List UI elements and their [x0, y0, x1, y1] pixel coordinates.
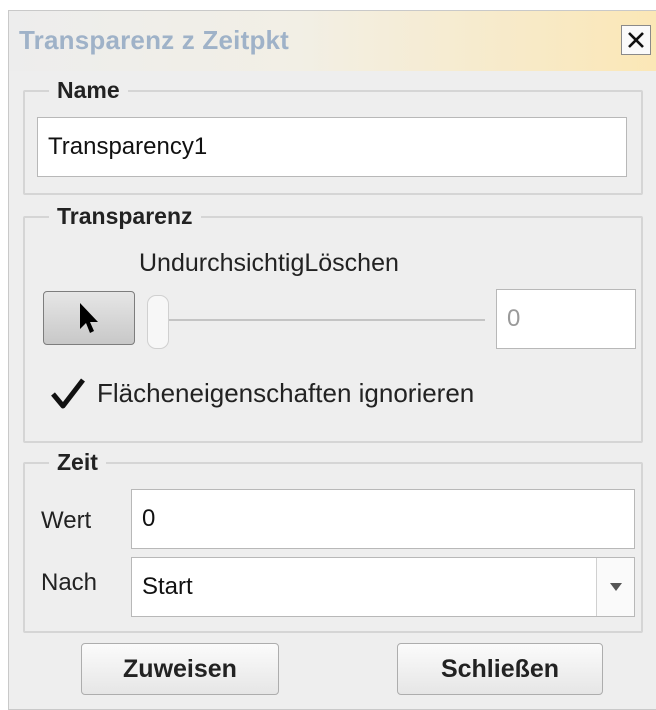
window-title: Transparenz z Zeitpkt	[19, 25, 290, 55]
wert-input[interactable]: 0	[131, 489, 635, 549]
wert-label: Wert	[41, 507, 92, 534]
transparency-slider[interactable]	[145, 291, 485, 351]
time-legend: Zeit	[57, 449, 98, 475]
name-legend: Name	[57, 77, 120, 103]
title-bar[interactable]: Transparenz z Zeitpkt	[9, 11, 656, 71]
wert-value: 0	[142, 505, 156, 532]
close-icon	[628, 32, 644, 48]
slider-caption: UndurchsichtigLöschen	[139, 249, 399, 277]
arrow-pointer-icon	[80, 303, 98, 333]
pick-button[interactable]	[43, 291, 135, 345]
dropdown-button[interactable]	[596, 558, 634, 616]
close-dialog-button[interactable]: Schließen	[397, 643, 603, 695]
nach-label: Nach	[41, 569, 98, 596]
transparency-value: 0	[507, 305, 521, 332]
transparency-dialog: Transparenz z Zeitpkt Name Transparency1…	[8, 10, 656, 710]
slider-track	[153, 319, 485, 321]
name-input[interactable]: Transparency1	[37, 117, 627, 177]
transparency-legend: Transparenz	[57, 203, 193, 229]
nach-select[interactable]: Start	[131, 557, 635, 617]
close-dialog-label: Schließen	[440, 654, 560, 683]
ignore-surface-properties-checkbox[interactable]: Flächeneigenschaften ignorieren	[49, 375, 474, 411]
slider-thumb[interactable]	[147, 295, 169, 349]
nach-selected-value: Start	[142, 573, 193, 600]
dropdown-arrow-icon	[609, 583, 622, 591]
close-button[interactable]	[621, 25, 651, 55]
assign-label: Zuweisen	[123, 654, 237, 683]
assign-button[interactable]: Zuweisen	[81, 643, 279, 695]
transparency-value-field[interactable]: 0	[496, 289, 636, 349]
checkmark-icon	[51, 378, 85, 409]
name-input-value: Transparency1	[48, 133, 208, 160]
checkbox-label: Flächeneigenschaften ignorieren	[97, 377, 475, 408]
